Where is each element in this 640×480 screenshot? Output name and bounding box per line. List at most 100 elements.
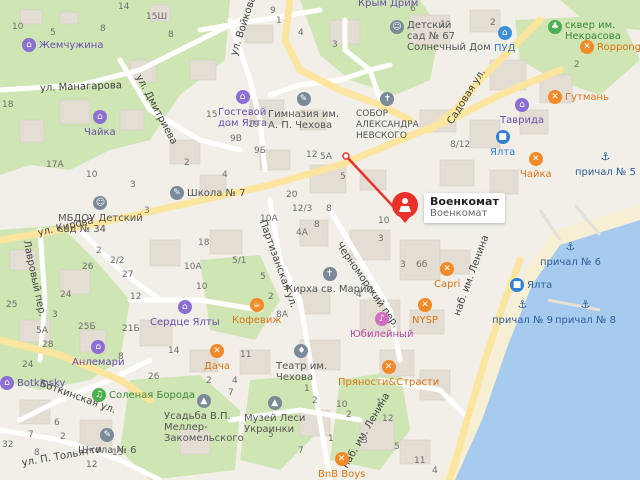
house-number: 8	[326, 204, 332, 214]
house-number: 32	[2, 440, 14, 450]
poi-cathedral[interactable]: ✝ СОБОР АЛЕКСАНДРА НЕВСКОГО	[356, 92, 419, 142]
restaurant-icon: ✕	[417, 298, 432, 312]
house-number: 2	[184, 158, 190, 168]
poi-hotel[interactable]: ⌂ Жемчужина	[22, 38, 103, 52]
hotel-icon: ⌂	[177, 300, 192, 314]
house-number: 2	[268, 292, 274, 302]
house-number: 1	[440, 20, 446, 30]
poi-park[interactable]: ♣ сквер им. Некрасова	[548, 20, 621, 42]
house-number: 10А	[260, 214, 278, 224]
house-number: 2	[60, 432, 66, 442]
kindergarten-icon: ☺	[93, 196, 108, 210]
selected-place-card[interactable]: Военкомат Военкомат	[424, 193, 505, 223]
bus-stop-icon: ■	[495, 130, 510, 144]
poi-hotel[interactable]: ⌂ Botkinsky	[0, 376, 65, 390]
house-number: 5	[50, 28, 56, 38]
house-number: 24	[60, 290, 72, 300]
poi-hotel[interactable]: ⌂ Сердце Ялты	[150, 300, 220, 328]
poi-museum[interactable]: ▲ Музей Леси Украинки	[244, 396, 305, 435]
house-number: 8	[118, 352, 124, 362]
theatre-icon: ♦	[294, 344, 309, 358]
pier[interactable]: ⚓ причал № 5	[575, 150, 636, 178]
restaurant-icon: ✕	[528, 152, 543, 166]
selected-place-pin[interactable]	[389, 191, 421, 223]
poi-school[interactable]: ✎ Школа № 6	[78, 428, 137, 456]
poi-hotel[interactable]: ⌂ ПУД	[494, 26, 515, 54]
house-number: 15	[112, 448, 124, 458]
house-number: 14	[118, 2, 130, 12]
house-number: 7	[298, 446, 304, 456]
poi-restaurant[interactable]: ✕ Дача	[204, 344, 230, 372]
route-start	[342, 152, 350, 160]
house-number: 12	[382, 414, 394, 424]
house-number: 4	[232, 376, 238, 386]
house-number: 11	[240, 350, 252, 360]
house-number: 11	[414, 456, 426, 466]
hotel-icon: ⌂	[235, 90, 250, 104]
house-number: 10	[378, 216, 390, 226]
house-number: 1	[328, 434, 334, 444]
poi-bus-stop[interactable]: ■ Ялта	[490, 130, 515, 158]
house-number: 5	[260, 272, 266, 282]
museum-icon: ▲	[196, 394, 211, 408]
poi-restaurant[interactable]: ✕ Пряности&Страсти	[338, 360, 439, 388]
kindergarten-icon: ☺	[390, 20, 404, 34]
ferry-icon: ■	[510, 278, 524, 292]
anchor-icon: ⚓	[580, 298, 591, 311]
poi-restaurant[interactable]: ✕ Гутмань	[548, 90, 609, 104]
poi-restaurant[interactable]: ✕ Capri	[434, 262, 460, 290]
house-number: 26	[82, 262, 94, 272]
house-number: 7	[28, 430, 34, 440]
house-number: 19	[248, 120, 260, 130]
house-number: 2	[574, 60, 580, 70]
poi-restaurant[interactable]: ✕ BnB Boys	[318, 452, 365, 480]
poi-hotel[interactable]: ⌂ Таврида	[500, 98, 544, 126]
house-number: 15	[206, 110, 218, 120]
poi-hotel[interactable]: ⌂ Анлемари	[72, 340, 124, 368]
house-number: 6б	[416, 260, 428, 270]
poi-cafe[interactable]: ☕ Кофевиж	[232, 298, 281, 326]
house-number: 2	[206, 376, 212, 386]
house-number: 3	[400, 260, 406, 270]
poi-restaurant[interactable]: ✕ Roppongi	[580, 40, 640, 54]
house-number: 5А	[36, 326, 48, 336]
house-number: 20	[286, 190, 298, 200]
map-canvas[interactable]: ул. Кирова ул. Войкова ул. Дмитриева Сад…	[0, 0, 640, 480]
pier[interactable]: ⚓ причал № 8	[555, 298, 616, 326]
poi-school[interactable]: ✎ Гимназия им. А. П. Чехова	[268, 92, 339, 131]
restaurant-icon: ✕	[440, 262, 455, 276]
house-number: 12	[130, 292, 142, 302]
poi-restaurant[interactable]: ✕ NYSP	[412, 298, 438, 326]
poi-hotel[interactable]: ⌂ Чайка	[84, 110, 116, 138]
poi-museum[interactable]: ▲ Усадьба В.П. Меллер- Закомельского	[164, 394, 244, 444]
poi-restaurant[interactable]: ✕ Чайка	[520, 152, 552, 180]
house-number: 1	[304, 384, 310, 394]
house-number: 3	[378, 234, 384, 244]
house-number: 17А	[46, 160, 64, 170]
house-number: 2	[312, 396, 318, 406]
poi-theatre[interactable]: ♦ Театр им. Чехова	[276, 344, 327, 383]
poi-mall[interactable]: ♪ Юбилейный	[350, 312, 413, 340]
pier[interactable]: ⚓ причал № 9	[492, 298, 553, 326]
house-number: 26	[148, 372, 160, 382]
bar-icon: ♫	[92, 388, 106, 402]
house-number: 10	[336, 400, 348, 410]
poi-school[interactable]: ✎ Школа № 7	[170, 186, 246, 200]
anchor-icon: ⚓	[600, 150, 611, 163]
pier[interactable]: ■ Ялта	[510, 278, 552, 292]
house-number: 14	[168, 346, 180, 356]
restaurant-icon: ✕	[209, 344, 224, 358]
park-icon: ♣	[548, 20, 562, 34]
house-number: 21Б	[122, 324, 140, 334]
pier[interactable]: ⚓ причал № 6	[540, 240, 601, 268]
house-number: 24	[22, 360, 34, 370]
poi-kindergarten[interactable]: ☺ МБДОУ Детский сад № 34	[58, 196, 143, 235]
school-icon: ✎	[170, 186, 184, 200]
hotel-icon: ⌂	[92, 110, 107, 124]
restaurant-icon: ✕	[548, 90, 562, 104]
house-number: 5/1	[232, 256, 247, 266]
church-icon: ✝	[322, 267, 337, 281]
house-number: 6	[410, 4, 416, 14]
house-number: 8А	[276, 310, 288, 320]
poi-hotel[interactable]: ⌂ Гостевой дом Ялта	[218, 90, 267, 129]
